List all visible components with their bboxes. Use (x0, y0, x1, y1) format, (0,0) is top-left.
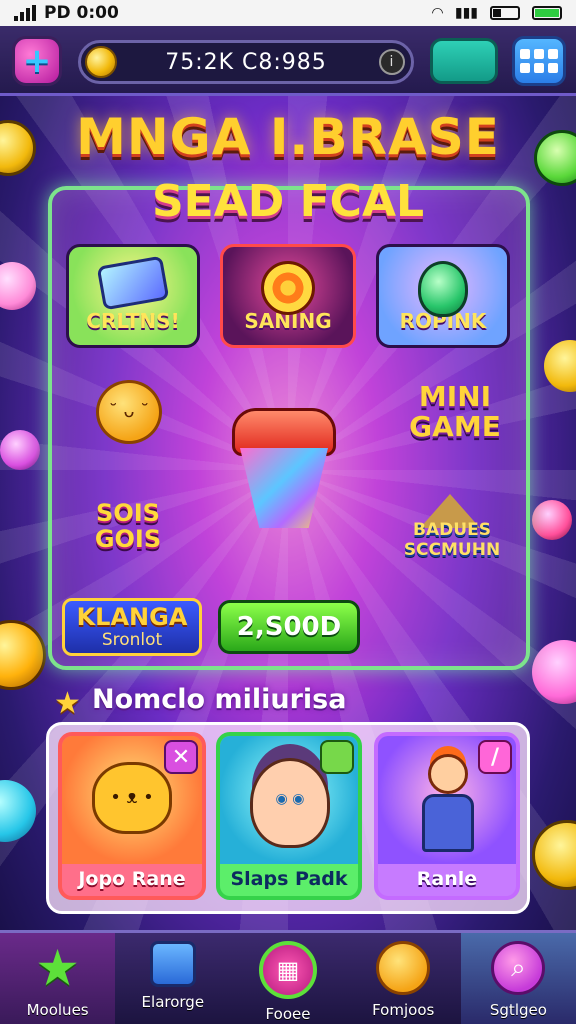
smiley-emoji-icon (96, 380, 162, 444)
badges-label: BADUES SCCMUHN (403, 520, 501, 560)
score-button[interactable]: 2,S00D (218, 600, 360, 654)
boy-body (422, 794, 474, 852)
game-subtitle: SEAD FCAL (151, 176, 425, 227)
section-title: Nomclo miliurisa (92, 684, 347, 715)
tile-label: CRLTNS! (86, 309, 180, 333)
coin-icon (85, 46, 117, 78)
card-label: Ranle (416, 868, 478, 890)
card-label: Slaps Padk (230, 868, 348, 890)
game-title: MNGA I.BRASE (76, 108, 500, 166)
nav-item-elarorge[interactable]: Elarorge (115, 933, 230, 1024)
game-card-3[interactable]: / Ranle (374, 732, 520, 900)
floating-coin-icon (532, 820, 576, 890)
menu-button[interactable] (512, 36, 566, 86)
status-bar: PD 0:00 ◠ ▮▮▮ (0, 0, 576, 26)
game-card-1[interactable]: ✕ Jopo Rane (58, 732, 206, 900)
nav-label: Elarorge (141, 993, 205, 1011)
status-text: PD 0:00 (44, 3, 119, 23)
target-icon (261, 261, 315, 315)
battery-full-icon (532, 6, 562, 20)
potion-icon (418, 261, 468, 317)
floating-coin-icon (544, 340, 576, 392)
floating-candy-icon (0, 262, 36, 310)
bottom-nav: ★ Moolues Elarorge ▦ Fooee Fomjoos ⌕ Sgt… (0, 930, 576, 1024)
star-icon: ★ (35, 939, 80, 997)
add-button[interactable]: + (12, 36, 62, 86)
nav-label: Moolues (26, 1001, 89, 1019)
floating-pink-orb-icon (532, 640, 576, 704)
boy-character-icon (428, 754, 468, 794)
klanga-title: KLANGA (76, 603, 188, 631)
nav-item-moolues[interactable]: ★ Moolues (0, 933, 116, 1024)
close-icon[interactable]: ✕ (164, 740, 198, 774)
klanga-button[interactable]: KLANGA Sronlot (62, 598, 202, 656)
top-hud: + 75:2K C8:985 i (0, 26, 576, 96)
battery-icon (490, 6, 520, 20)
info-icon: i (389, 54, 395, 70)
info-button[interactable]: i (379, 49, 405, 75)
sois-gois-label: SOIS GOIS (94, 499, 162, 553)
girl-avatar-icon (250, 758, 330, 848)
coin-balance-value: 75:2K C8:985 (165, 49, 327, 75)
card-label: Jopo Rane (78, 868, 186, 890)
game-card-2[interactable]: Slaps Padk (216, 732, 362, 900)
mini-game-label[interactable]: MINI GAME (400, 382, 510, 442)
edit-icon[interactable]: / (478, 740, 512, 774)
search-icon: ⌕ (491, 941, 546, 995)
center-crystal-icon[interactable] (232, 408, 336, 530)
nav-item-fomjoos[interactable]: Fomjoos (346, 933, 461, 1024)
plus-icon: + (22, 41, 52, 81)
nav-item-sgtlgeo[interactable]: ⌕ Sgtlgeo (460, 933, 576, 1024)
floating-candy-icon (0, 430, 40, 470)
face-ball-icon (376, 941, 431, 995)
floating-coin-icon (0, 620, 46, 690)
nav-label: Sgtlgeo (489, 1001, 547, 1019)
coin-balance-bar[interactable]: 75:2K C8:985 i (78, 40, 414, 84)
floating-candy-icon (532, 500, 572, 540)
leaf-badge-icon[interactable] (320, 740, 354, 774)
cellular-icon: ▮▮▮ (454, 5, 478, 21)
nav-label: Fooee (265, 1005, 311, 1023)
nav-item-fooee[interactable]: ▦ Fooee (230, 933, 345, 1024)
chart-icon (149, 941, 196, 987)
nav-label: Fomjoos (372, 1001, 435, 1019)
grid-icon: ▦ (259, 941, 317, 999)
signal-icon (14, 5, 36, 21)
gem-cube-icon (96, 255, 170, 311)
floating-blue-orb-icon (0, 780, 36, 842)
star-icon: ★ (54, 686, 81, 721)
wifi-icon: ◠ (432, 5, 443, 21)
teal-hud-button[interactable] (430, 38, 498, 84)
cat-face-icon (92, 762, 172, 834)
klanga-subtitle: Sronlot (101, 630, 163, 650)
tile-saning[interactable]: SANING (220, 244, 356, 348)
tile-crystals[interactable]: CRLTNS! (66, 244, 200, 348)
tile-ropink[interactable]: ROPINK (376, 244, 510, 348)
